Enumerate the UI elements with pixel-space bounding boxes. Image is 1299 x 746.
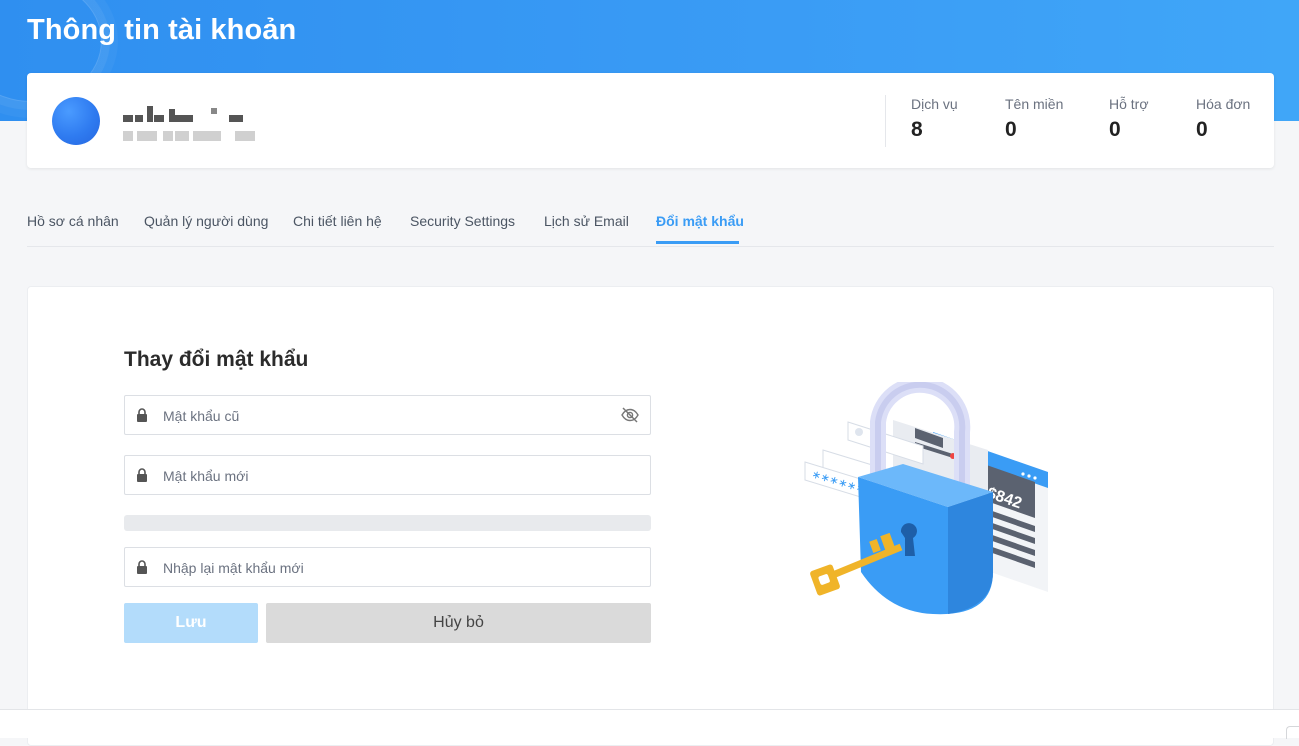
corner-tab[interactable] (1286, 726, 1299, 739)
eye-slash-icon[interactable] (621, 407, 639, 423)
password-strength-meter (124, 515, 651, 531)
old-password-input[interactable] (161, 396, 605, 436)
new-password-input[interactable] (161, 456, 605, 496)
stat-label: Tên miền (1005, 96, 1064, 112)
confirm-password-input[interactable] (161, 548, 605, 588)
stat-value: 0 (1005, 118, 1017, 141)
user-name-redacted (123, 106, 253, 124)
stat-value: 8 (911, 118, 923, 141)
stat-value: 0 (1196, 118, 1208, 141)
tab-security-settings[interactable]: Security Settings (410, 213, 515, 229)
stat-support[interactable]: Hỗ trợ 0 (1109, 96, 1149, 142)
change-password-panel: Thay đổi mật khẩu Lưu Hủy bỏ $842 ∗∗∗∗∗∗… (27, 286, 1274, 746)
stat-services[interactable]: Dịch vụ 8 (911, 96, 958, 142)
lock-icon (137, 408, 147, 422)
active-tab-indicator (656, 241, 739, 244)
save-button[interactable]: Lưu (124, 603, 258, 643)
page-title: Thông tin tài khoản (27, 14, 297, 46)
new-password-field (124, 455, 651, 496)
stat-label: Hỗ trợ (1109, 96, 1149, 112)
tab-profile[interactable]: Hồ sơ cá nhân (27, 213, 119, 229)
stat-label: Hóa đơn (1196, 96, 1251, 112)
confirm-password-field (124, 547, 651, 588)
bottom-bar (0, 709, 1299, 739)
tab-contact-details[interactable]: Chi tiết liên hệ (293, 213, 382, 229)
account-summary-card: Dịch vụ 8 Tên miền 0 Hỗ trợ 0 Hóa đơn 0 (27, 73, 1274, 168)
user-email-redacted (123, 129, 263, 141)
account-tabs: Hồ sơ cá nhân Quản lý người dùng Chi tiế… (27, 200, 1274, 247)
stat-value: 0 (1109, 118, 1121, 141)
padlock-illustration: $842 ∗∗∗∗∗∗∗∗ (804, 382, 1048, 615)
tab-email-history[interactable]: Lịch sử Email (544, 213, 629, 229)
lock-icon (137, 468, 147, 482)
stat-label: Dịch vụ (911, 96, 958, 112)
stat-invoices[interactable]: Hóa đơn 0 (1196, 96, 1250, 142)
lock-icon (137, 560, 147, 574)
tab-user-management[interactable]: Quản lý người dùng (144, 213, 268, 229)
stat-domains[interactable]: Tên miền 0 (1005, 96, 1063, 142)
avatar (52, 97, 100, 145)
padlock (858, 382, 993, 615)
tab-change-password[interactable]: Đổi mật khẩu (656, 213, 744, 229)
form-title: Thay đổi mật khẩu (124, 348, 309, 371)
old-password-field (124, 395, 651, 436)
stats-divider (885, 95, 886, 147)
cancel-button[interactable]: Hủy bỏ (266, 603, 651, 643)
